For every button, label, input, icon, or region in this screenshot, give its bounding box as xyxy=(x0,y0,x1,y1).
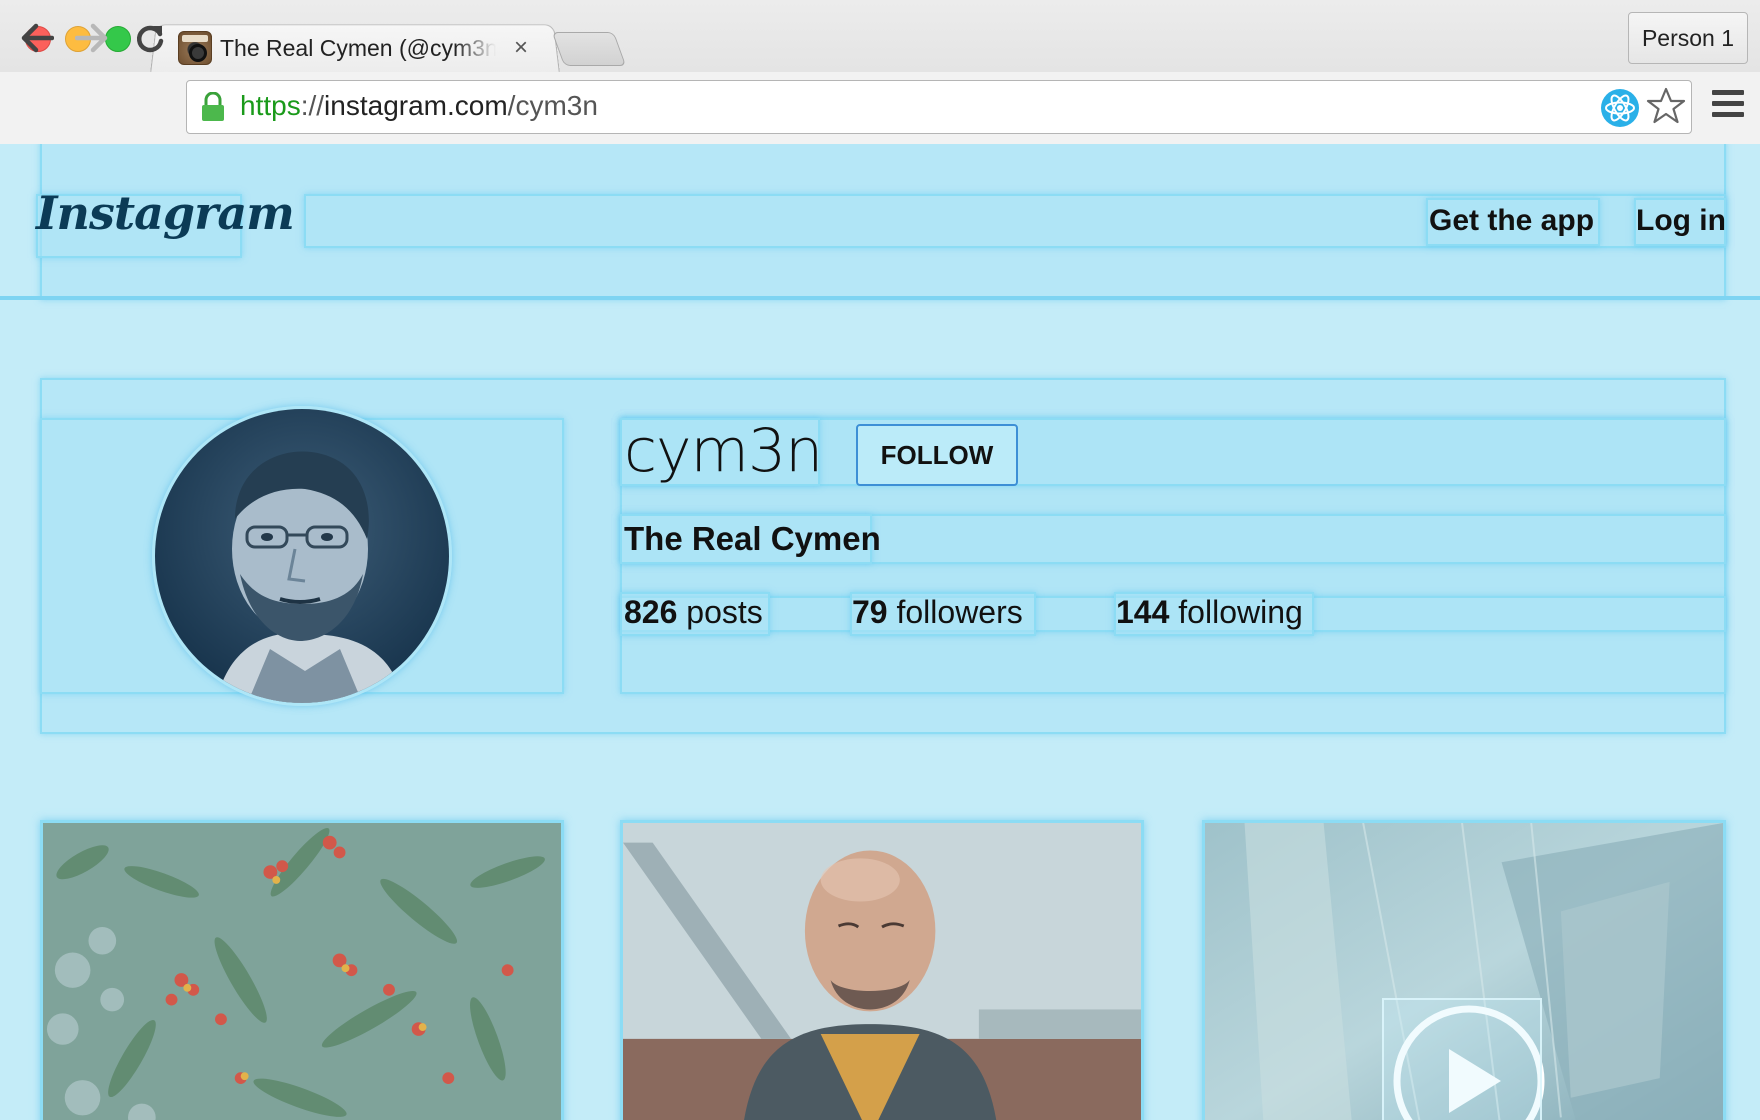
play-button-highlight xyxy=(1382,998,1542,1120)
header-divider xyxy=(0,296,1760,300)
posts-stat: 826 posts xyxy=(624,594,763,631)
browser-tab-content[interactable]: The Real Cymen (@cym3n) × xyxy=(178,28,538,68)
url-scheme: https xyxy=(240,90,301,121)
arrow-right-icon xyxy=(75,23,108,53)
get-the-app-link[interactable]: Get the app xyxy=(1429,204,1594,238)
secure-lock-icon xyxy=(202,92,224,121)
react-devtools-icon[interactable] xyxy=(1600,88,1640,128)
posts-count: 826 xyxy=(624,594,678,630)
reload-button[interactable] xyxy=(130,18,170,58)
post-thumbnail-1[interactable] xyxy=(40,820,564,1120)
following-count: 144 xyxy=(1116,594,1170,630)
browser-menu-icon[interactable] xyxy=(1712,90,1744,122)
instagram-logo[interactable]: Instagram xyxy=(36,186,295,240)
post-thumbnail-2[interactable] xyxy=(620,820,1144,1120)
avatar[interactable] xyxy=(152,406,452,706)
reload-icon xyxy=(136,25,164,53)
posts-label: posts xyxy=(686,594,763,630)
url-path: /cym3n xyxy=(507,90,598,121)
log-in-link[interactable]: Log in xyxy=(1636,204,1726,238)
instagram-favicon-icon xyxy=(178,31,212,65)
forward-button[interactable] xyxy=(72,18,112,58)
flowers-photo xyxy=(43,823,561,1120)
avatar-portrait xyxy=(155,409,449,703)
follow-button[interactable]: FOLLOW xyxy=(856,424,1018,486)
tab-strip: The Real Cymen (@cym3n) × Person 1 xyxy=(0,0,1760,74)
followers-stat[interactable]: 79 followers xyxy=(852,594,1023,631)
followers-label: followers xyxy=(896,594,1023,630)
url-host: instagram.com xyxy=(324,90,508,121)
followers-count: 79 xyxy=(852,594,888,630)
browser-chrome: The Real Cymen (@cym3n) × Person 1 https… xyxy=(0,0,1760,144)
url-separator: :// xyxy=(300,90,325,121)
arrow-left-icon xyxy=(21,23,54,53)
tab-close-icon[interactable]: × xyxy=(514,34,528,62)
bookmark-star-icon[interactable] xyxy=(1646,86,1686,126)
tab-title: The Real Cymen (@cym3n) xyxy=(220,34,496,61)
url-text[interactable]: https://instagram.com/cym3n xyxy=(240,90,598,122)
following-label: following xyxy=(1178,594,1303,630)
page-viewport: Instagram Get the app Log in cym3n FOLLO… xyxy=(0,144,1760,1120)
person-photo xyxy=(623,823,1141,1120)
back-button[interactable] xyxy=(17,18,57,58)
profile-switcher-button[interactable]: Person 1 xyxy=(1628,12,1748,64)
profile-full-name: The Real Cymen xyxy=(624,520,881,557)
following-stat[interactable]: 144 following xyxy=(1116,594,1303,631)
new-tab-button[interactable] xyxy=(551,32,627,66)
profile-username: cym3n xyxy=(624,416,823,486)
